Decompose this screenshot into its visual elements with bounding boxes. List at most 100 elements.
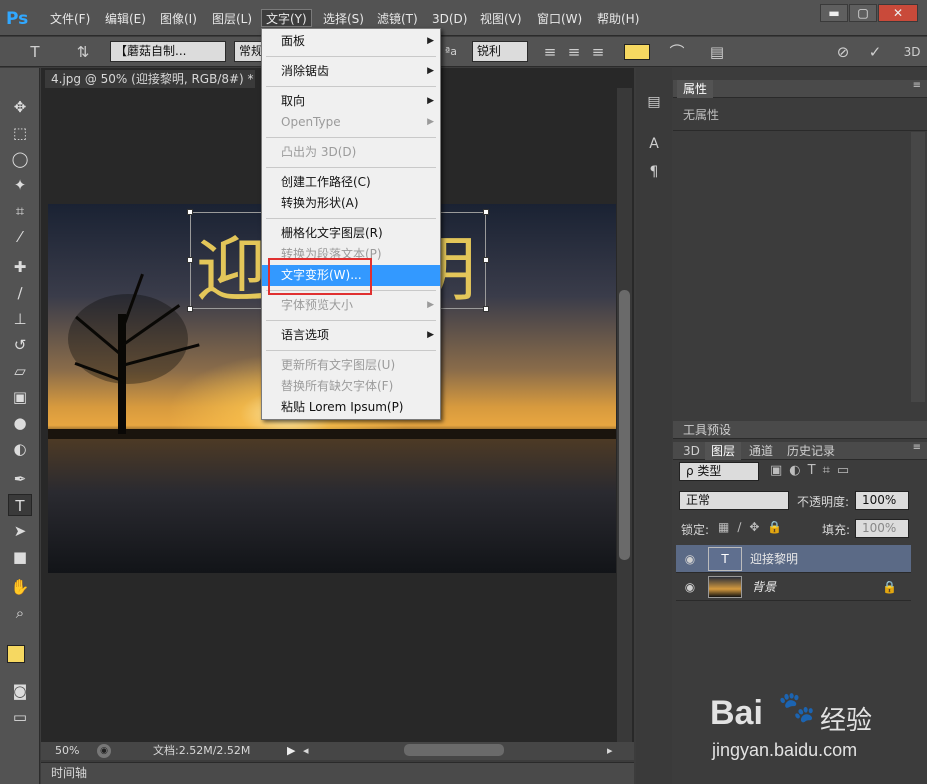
foreground-color[interactable] <box>7 645 25 663</box>
menu-file[interactable]: 文件(F) <box>46 10 94 28</box>
visibility-eye-icon[interactable]: ◉ <box>682 545 698 573</box>
commit-icon[interactable]: ✓ <box>864 42 886 62</box>
type-tool-icon[interactable]: T <box>24 42 46 62</box>
type-menu-dropdown: 面板 ▶ 消除锯齿 ▶ 取向 ▶ OpenType ▶ 凸出为 3D(D) 创建工作路径(C) 转换… <box>261 28 441 420</box>
status-arrow-icon[interactable]: ▶ <box>287 742 295 760</box>
layer-name[interactable]: 迎接黎明 <box>750 545 798 573</box>
menu-image[interactable]: 图像(I) <box>156 10 201 28</box>
warp-text-icon[interactable]: ⌒ <box>666 42 688 62</box>
pen-tool-icon[interactable]: ✒ <box>8 468 32 490</box>
transform-handle[interactable] <box>483 306 489 312</box>
tab-tool-presets[interactable]: 工具预设 <box>677 421 737 439</box>
menu-item[interactable]: 消除锯齿 ▶ <box>262 61 440 82</box>
transform-handle[interactable] <box>187 209 193 215</box>
move-tool-icon[interactable]: ✥ <box>8 96 32 118</box>
menu-filter[interactable]: 滤镜(T) <box>373 10 422 28</box>
menu-window[interactable]: 窗口(W) <box>533 10 586 28</box>
tab-3d[interactable]: 3D <box>677 442 706 460</box>
tab-properties[interactable]: 属性 <box>677 80 714 98</box>
menu-select[interactable]: 选择(S) <box>319 10 368 28</box>
eyedropper-tool-icon[interactable]: ⁄ <box>8 226 32 248</box>
maximize-button[interactable]: ▢ <box>849 4 877 22</box>
tab-channels[interactable]: 通道 <box>743 442 779 460</box>
scroll-right-icon[interactable]: ▸ <box>607 742 613 760</box>
menu-view[interactable]: 视图(V) <box>476 10 526 28</box>
filter-icons[interactable]: ▣◐T⌗▭ <box>770 463 856 478</box>
screen-mode-icon[interactable]: ▭ <box>8 706 32 728</box>
menu-item[interactable]: 语言选项 ▶ <box>262 325 440 346</box>
dodge-tool-icon[interactable]: ◐ <box>8 438 32 460</box>
transform-handle[interactable] <box>187 306 193 312</box>
menu-3d[interactable]: 3D(D) <box>428 10 471 28</box>
3d-mode-icon[interactable]: 3D <box>900 42 924 62</box>
crop-tool-icon[interactable]: ⌗ <box>8 200 32 222</box>
horizontal-scroll-thumb[interactable] <box>404 744 504 756</box>
menu-item[interactable]: 粘贴 Lorem Ipsum(P) <box>262 397 440 418</box>
minimize-button[interactable]: ▬ <box>820 4 848 22</box>
menu-item-label: 替换所有缺欠字体(F) <box>281 379 394 393</box>
magic-wand-tool-icon[interactable]: ✦ <box>8 174 32 196</box>
marquee-tool-icon[interactable]: ⬚ <box>8 122 32 144</box>
history-panel-icon[interactable]: ▤ <box>644 92 664 112</box>
blend-mode-select[interactable]: 正常 <box>679 491 789 510</box>
visibility-eye-icon[interactable]: ◉ <box>682 573 698 601</box>
tab-layers[interactable]: 图层 <box>705 442 742 460</box>
zoom-tool-icon[interactable]: ⌕ <box>8 602 32 624</box>
menu-type[interactable]: 文字(Y) <box>261 9 312 27</box>
status-menu-icon[interactable]: ◉ <box>97 744 111 758</box>
text-color-swatch[interactable] <box>624 44 650 60</box>
healing-brush-tool-icon[interactable]: ✚ <box>8 256 32 278</box>
menu-item[interactable]: 创建工作路径(C) <box>262 172 440 193</box>
gradient-tool-icon[interactable]: ▣ <box>8 386 32 408</box>
shape-tool-icon[interactable]: ■ <box>8 546 32 568</box>
menu-help[interactable]: 帮助(H) <box>593 10 643 28</box>
toggle-orientation-icon[interactable]: ⇅ <box>72 42 94 62</box>
quick-mask-icon[interactable]: ◙ <box>8 680 32 702</box>
history-brush-tool-icon[interactable]: ↺ <box>8 334 32 356</box>
tab-history[interactable]: 历史记录 <box>781 442 841 460</box>
eraser-tool-icon[interactable]: ▱ <box>8 360 32 382</box>
zoom-level[interactable]: 50% <box>55 742 79 760</box>
stamp-tool-icon[interactable]: ⊥ <box>8 308 32 330</box>
paragraph-panel-icon[interactable]: ¶ <box>644 162 664 182</box>
panel-menu-icon[interactable]: ≡ <box>913 80 921 91</box>
brush-tool-icon[interactable]: ∕ <box>8 282 32 304</box>
panel-menu-icon[interactable]: ≡ <box>913 442 921 453</box>
type-tool-icon[interactable]: T <box>8 494 32 516</box>
layer-filter-select[interactable]: ρ 类型 <box>679 462 759 481</box>
document-tab[interactable]: 4.jpg @ 50% (迎接黎明, RGB/8#) * <box>45 70 255 88</box>
menu-item[interactable]: 栅格化文字图层(R) <box>262 223 440 244</box>
transform-handle[interactable] <box>483 209 489 215</box>
properties-scrollbar[interactable] <box>911 132 925 402</box>
close-button[interactable]: ✕ <box>878 4 918 22</box>
align-left-icon[interactable]: ≡ <box>540 42 560 62</box>
font-style-select[interactable]: 常规 <box>234 41 264 62</box>
menu-item[interactable]: 取向 ▶ <box>262 91 440 112</box>
blur-tool-icon[interactable]: ● <box>8 412 32 434</box>
path-selection-tool-icon[interactable]: ➤ <box>8 520 32 542</box>
menu-item[interactable]: 面板 ▶ <box>262 31 440 52</box>
layer-row-text[interactable]: ◉ T 迎接黎明 <box>676 545 911 573</box>
layer-name[interactable]: 背景 <box>752 573 776 601</box>
lasso-tool-icon[interactable]: ◯ <box>8 148 32 170</box>
hand-tool-icon[interactable]: ✋ <box>8 576 32 598</box>
align-right-icon[interactable]: ≡ <box>588 42 608 62</box>
menu-layer[interactable]: 图层(L) <box>208 10 256 28</box>
anti-alias-select[interactable]: 锐利 <box>472 41 528 62</box>
cancel-icon[interactable]: ⊘ <box>832 42 854 62</box>
character-panel-icon[interactable]: ▤ <box>706 42 728 62</box>
transform-handle[interactable] <box>483 257 489 263</box>
scroll-left-icon[interactable]: ◂ <box>303 742 309 760</box>
align-center-icon[interactable]: ≡ <box>564 42 584 62</box>
menu-edit[interactable]: 编辑(E) <box>101 10 150 28</box>
lock-icons[interactable]: ▦∕✥🔒 <box>718 520 790 534</box>
opacity-input[interactable]: 100% <box>855 491 909 510</box>
menu-item[interactable]: 转换为形状(A) <box>262 193 440 214</box>
transform-handle[interactable] <box>187 257 193 263</box>
layer-row-background[interactable]: ◉ 背景 🔒 <box>676 573 911 601</box>
fill-input[interactable]: 100% <box>855 519 909 538</box>
character-panel-icon[interactable]: A <box>644 134 664 154</box>
vertical-scroll-thumb[interactable] <box>619 290 630 560</box>
timeline-tab[interactable]: 时间轴 <box>51 766 87 780</box>
font-family-select[interactable]: 【蘑菇自制... <box>110 41 226 62</box>
